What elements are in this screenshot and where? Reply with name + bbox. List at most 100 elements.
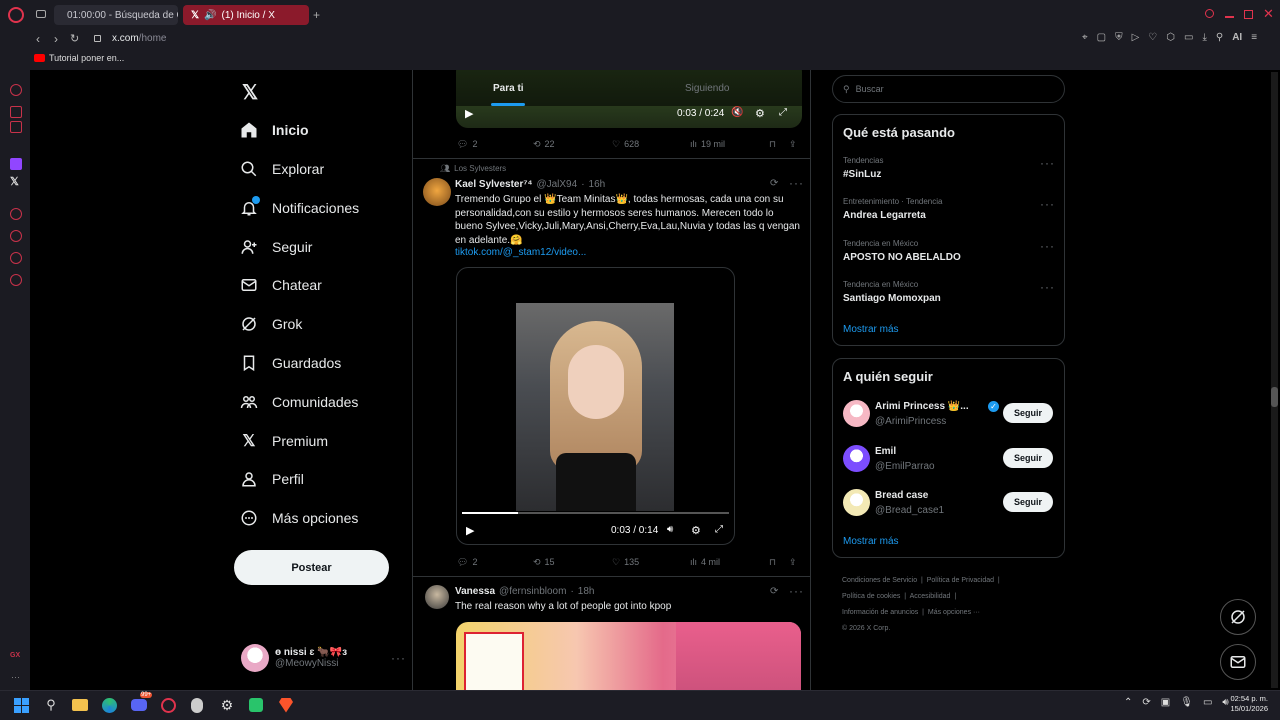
nav-item-explore[interactable]: Explorar xyxy=(240,157,324,181)
sidebar-player-icon[interactable] xyxy=(10,208,22,220)
sidebar-history-icon[interactable] xyxy=(10,230,22,242)
search-tabs-icon[interactable] xyxy=(1205,9,1214,18)
back-icon[interactable]: ‹ xyxy=(36,32,40,46)
sidebar-more-icon[interactable]: ··· xyxy=(11,672,20,682)
steam-icon[interactable]: ⚙ xyxy=(218,696,236,714)
new-tab-icon[interactable]: + xyxy=(313,8,320,22)
tab-google-search[interactable]: 01:00:00 - Búsqueda de G xyxy=(54,5,178,25)
reload-icon[interactable]: ↻ xyxy=(70,32,79,45)
play-icon[interactable]: ▶ xyxy=(465,107,473,120)
download-icon[interactable]: ⤓ xyxy=(1202,32,1206,43)
trend-item[interactable]: Tendencia en México Santiago Momoxpan ··· xyxy=(843,280,1055,304)
more-icon[interactable]: ··· xyxy=(1040,239,1055,253)
bookmark-tutorial[interactable]: Tutorial poner en... xyxy=(49,53,124,63)
app-tray-icon[interactable]: ▣ xyxy=(1161,697,1170,708)
fullscreen-icon[interactable]: ⤢ xyxy=(715,524,723,535)
grok-icon[interactable]: ⟳ xyxy=(770,586,778,597)
post-button[interactable]: Postear xyxy=(234,550,389,585)
like-button[interactable]: ♡ 628 xyxy=(612,139,639,150)
brave-icon[interactable] xyxy=(277,696,295,714)
menu-icon[interactable]: ≡ xyxy=(1251,32,1257,43)
footer-link[interactable]: Condiciones de Servicio xyxy=(842,577,917,584)
file-explorer-icon[interactable] xyxy=(71,696,89,714)
avatar[interactable] xyxy=(425,585,449,609)
trend-item[interactable]: Tendencias #SinLuz ··· xyxy=(843,156,1055,180)
volume-icon[interactable]: 🔊︎ xyxy=(667,524,673,535)
vpn-icon[interactable]: ⚲ xyxy=(1216,32,1223,43)
pin-icon[interactable]: ⌖ xyxy=(1082,32,1088,43)
sidebar-x-icon[interactable]: 𝕏 xyxy=(10,175,19,188)
author-handle[interactable]: @JalX94 xyxy=(536,179,577,190)
tweet-link[interactable]: tiktok.com/@_stam12/video... xyxy=(455,247,586,258)
heart-icon[interactable]: ♡ xyxy=(1148,32,1157,43)
ai-icon[interactable]: AI xyxy=(1232,32,1242,43)
settings-icon[interactable]: ⚙ xyxy=(755,107,765,120)
reply-button[interactable]: 💬︎ 2 xyxy=(457,139,477,150)
like-button[interactable]: ♡ 135 xyxy=(612,557,639,568)
nav-item-grok[interactable]: Grok xyxy=(240,312,302,336)
more-icon[interactable]: ··· xyxy=(1040,280,1055,294)
close-window-icon[interactable]: ✕ xyxy=(1263,6,1274,22)
tab-for-you[interactable]: Para ti xyxy=(493,83,524,94)
repost-button[interactable]: ⟲ 15 xyxy=(533,557,555,568)
workspaces-icon[interactable] xyxy=(36,10,46,18)
display-icon[interactable]: ▭ xyxy=(1203,697,1212,708)
search-icon[interactable]: ⚲ xyxy=(42,696,60,714)
minimize-icon[interactable] xyxy=(1225,16,1234,18)
more-icon[interactable]: ··· xyxy=(391,651,406,665)
taskbar-clock[interactable]: 02:54 p. m. 15/01/2026 xyxy=(1222,694,1268,714)
more-icon[interactable]: ··· xyxy=(1040,156,1055,170)
messages-float-button[interactable] xyxy=(1220,644,1256,680)
views-button[interactable]: ılı 4 mil xyxy=(690,557,720,567)
author-name[interactable]: Vanessa xyxy=(455,586,495,597)
nav-item-follow[interactable]: Seguir xyxy=(240,235,312,259)
avatar[interactable] xyxy=(423,178,451,206)
sidebar-gx-icon[interactable]: GX xyxy=(10,652,20,659)
more-icon[interactable]: ··· xyxy=(1040,197,1055,211)
app-icon[interactable] xyxy=(247,696,265,714)
maximize-icon[interactable] xyxy=(1244,10,1253,19)
forward-icon[interactable]: › xyxy=(54,32,58,46)
footer-link[interactable]: Más opciones ··· xyxy=(928,609,980,616)
nav-item-home[interactable]: Inicio xyxy=(240,118,309,142)
follow-suggestion[interactable]: Emil @EmilParrao Seguir xyxy=(843,444,1057,474)
fullscreen-icon[interactable]: ⤢ xyxy=(779,107,787,118)
sidebar-settings-icon[interactable] xyxy=(10,274,22,286)
app-icon[interactable] xyxy=(188,696,206,714)
search-box[interactable]: ⚲ Buscar xyxy=(832,75,1065,103)
sidebar-extensions-icon[interactable] xyxy=(10,252,22,264)
nav-item-notifications[interactable]: Notificaciones xyxy=(240,196,359,220)
sync-icon[interactable]: ⟳ xyxy=(1142,697,1150,708)
microphone-icon[interactable]: 🎙︎ xyxy=(1180,697,1193,708)
opera-logo-icon[interactable] xyxy=(8,7,24,23)
footer-link[interactable]: Política de Privacidad xyxy=(927,577,994,584)
nav-item-premium[interactable]: 𝕏 Premium xyxy=(240,429,328,453)
tab-following[interactable]: Siguiendo xyxy=(685,83,729,94)
repost-button[interactable]: ⟲ 22 xyxy=(533,139,555,150)
show-more-link[interactable]: Mostrar más xyxy=(843,324,899,335)
follow-button[interactable]: Seguir xyxy=(1003,403,1053,423)
shield-icon[interactable]: ⛨ xyxy=(1115,32,1123,43)
footer-link[interactable]: Política de cookies xyxy=(842,593,900,600)
share-icon[interactable]: ⇪ xyxy=(789,557,797,568)
tab-x-home[interactable]: 𝕏 🔊 (1) Inicio / X xyxy=(183,5,309,25)
follow-suggestion[interactable]: Arimi Princess 👑... ✓ @ArimiPrincess Seg… xyxy=(843,399,1057,429)
sidebar-messenger-icon[interactable] xyxy=(10,106,22,118)
settings-icon[interactable]: ⚙ xyxy=(691,524,701,537)
edge-icon[interactable] xyxy=(100,696,118,714)
tweet-video[interactable]: ▶ 0:03 / 0:14 🔊︎ ⚙ ⤢ xyxy=(456,267,735,545)
sidebar-aria-icon[interactable] xyxy=(10,84,22,96)
more-icon[interactable]: ··· xyxy=(789,176,804,190)
scrollbar[interactable] xyxy=(1271,72,1278,688)
share-icon[interactable]: ⇪ xyxy=(789,139,797,150)
snapshot-icon[interactable]: ▢ xyxy=(1097,32,1106,43)
mute-icon[interactable]: 🔇 xyxy=(731,107,743,118)
extensions-icon[interactable]: ⬡ xyxy=(1166,32,1175,43)
x-logo-icon[interactable]: 𝕏 xyxy=(242,80,258,105)
nav-item-more[interactable]: Más opciones xyxy=(240,506,358,530)
nav-item-chat[interactable]: Chatear xyxy=(240,273,322,297)
more-icon[interactable]: ··· xyxy=(789,584,804,598)
nav-item-profile[interactable]: Perfil xyxy=(240,467,304,491)
nav-item-communities[interactable]: Comunidades xyxy=(240,390,358,414)
tweet-time[interactable]: 18h xyxy=(578,586,595,597)
